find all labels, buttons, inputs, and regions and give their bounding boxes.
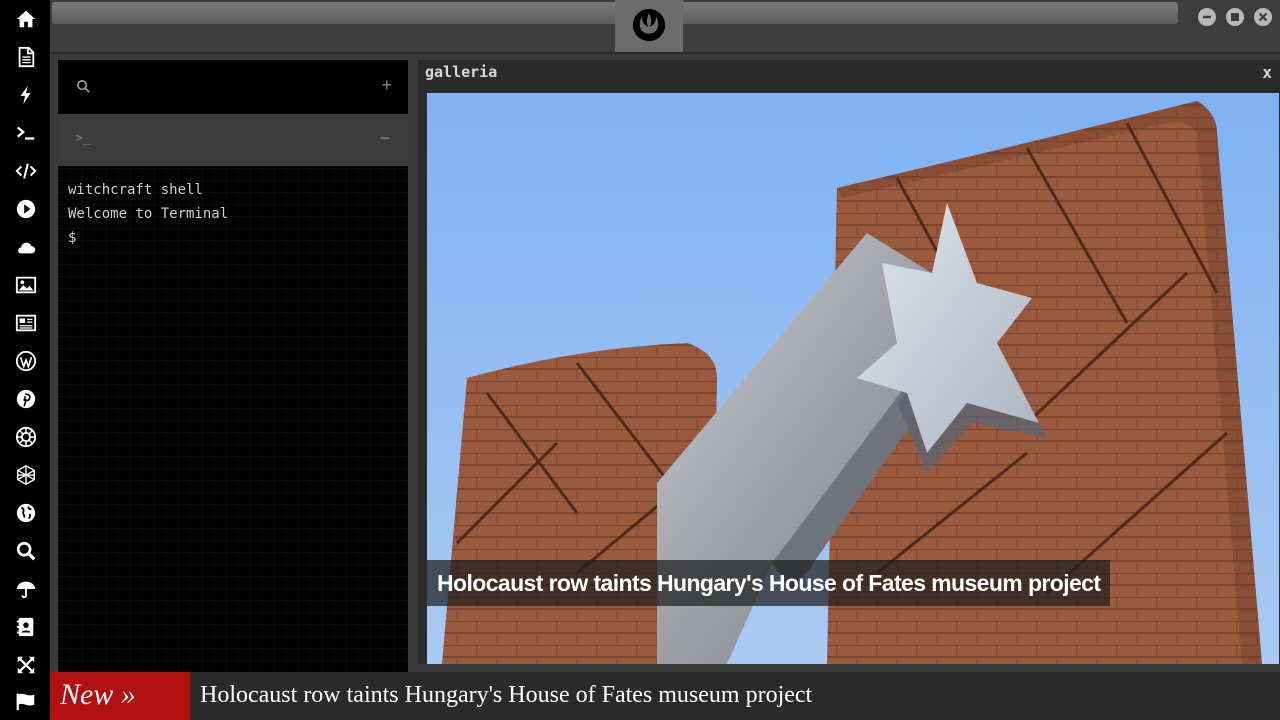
terminal-prompt: $ xyxy=(68,230,77,246)
terminal-output[interactable]: witchcraft shell Welcome to Terminal $ xyxy=(68,178,228,250)
terminal-icon[interactable] xyxy=(13,120,39,146)
news-ticker: New » Holocaust row taints Hungary's Hou… xyxy=(50,672,1280,720)
prompt-icon: >_ xyxy=(75,131,91,146)
ticker-headline[interactable]: Holocaust row taints Hungary's House of … xyxy=(200,672,812,718)
maximize-icon xyxy=(1231,13,1239,21)
add-button[interactable]: + xyxy=(381,75,392,96)
document-icon[interactable] xyxy=(13,44,39,70)
logo-tab[interactable] xyxy=(615,0,683,52)
close-icon xyxy=(1258,12,1268,22)
globe-icon[interactable] xyxy=(13,500,39,526)
flag-icon[interactable] xyxy=(13,688,39,714)
expand-icon[interactable] xyxy=(13,652,39,678)
close-panel-button[interactable]: x xyxy=(1262,63,1272,82)
minimize-icon xyxy=(1203,15,1211,19)
umbrella-icon[interactable] xyxy=(13,576,39,602)
code-icon[interactable] xyxy=(13,158,39,184)
image-caption: Holocaust row taints Hungary's House of … xyxy=(427,560,1111,606)
play-icon[interactable] xyxy=(13,196,39,222)
terminal-panel: + >_ − witchcraft shell Welcome to Termi… xyxy=(58,60,408,672)
bolt-icon[interactable] xyxy=(13,82,39,108)
search-icon xyxy=(77,80,90,93)
terminal-line: witchcraft shell xyxy=(68,182,203,198)
rebel-alliance-icon xyxy=(632,8,666,42)
empire-icon[interactable] xyxy=(13,424,39,450)
collapse-button[interactable]: − xyxy=(379,128,390,149)
sidebar xyxy=(0,0,50,720)
wordpress-icon[interactable] xyxy=(13,348,39,374)
ticker-label: New » xyxy=(50,672,190,720)
cloud-icon[interactable] xyxy=(13,234,39,260)
home-icon[interactable] xyxy=(13,6,39,32)
maximize-button[interactable] xyxy=(1226,8,1244,26)
minimize-button[interactable] xyxy=(1198,8,1216,26)
image-icon[interactable] xyxy=(13,272,39,298)
sphere-icon[interactable] xyxy=(13,462,39,488)
terminal-tab[interactable]: >_ − xyxy=(58,114,408,166)
galleria-panel: galleria x Holocaust row taints Hungary'… xyxy=(418,60,1280,664)
pinterest-icon[interactable] xyxy=(13,386,39,412)
news-icon[interactable] xyxy=(13,310,39,336)
contacts-icon[interactable] xyxy=(13,614,39,640)
close-window-button[interactable] xyxy=(1254,8,1272,26)
terminal-search-row: + xyxy=(58,60,408,114)
search-icon[interactable] xyxy=(13,538,39,564)
terminal-search-input[interactable] xyxy=(102,74,356,102)
terminal-line: Welcome to Terminal xyxy=(68,206,229,222)
panel-title: galleria xyxy=(425,63,498,81)
top-bar xyxy=(50,0,1280,54)
